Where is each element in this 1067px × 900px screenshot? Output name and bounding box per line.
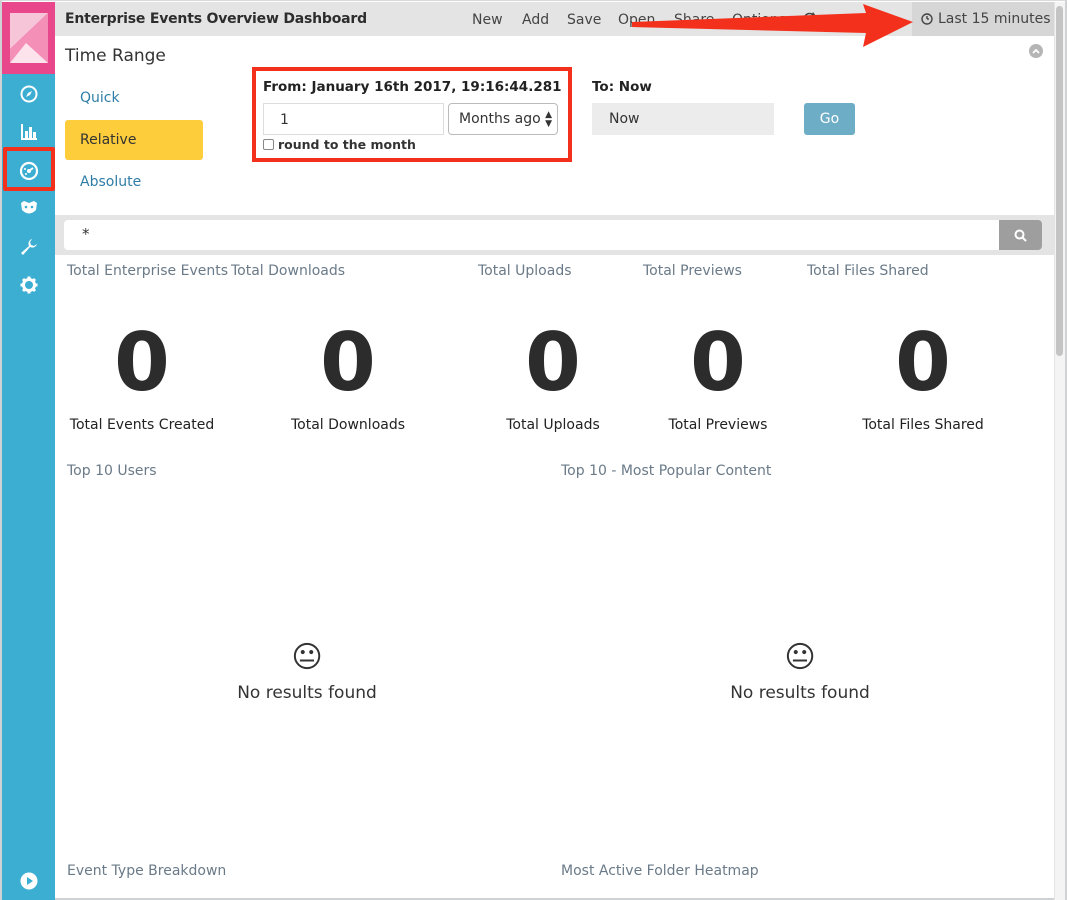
nav-share[interactable]: Share [674,12,714,28]
panel-title-folder-heatmap: Most Active Folder Heatmap [561,863,759,879]
search-icon [1014,229,1027,242]
dashboard-title: Enterprise Events Overview Dashboard [65,11,367,27]
from-count-input[interactable]: 1 [263,103,444,135]
go-button[interactable]: Go [804,103,855,135]
top-nav: Enterprise Events Overview Dashboard New… [55,2,1054,36]
empty-message: No results found [730,683,870,703]
scrollbar-thumb[interactable] [1056,6,1063,356]
time-range-title: Time Range [65,46,166,66]
round-option[interactable]: round to the month [263,137,416,152]
round-label: round to the month [278,137,416,152]
time-picker-label: Last 15 minutes [938,11,1051,27]
tab-absolute[interactable]: Absolute [65,162,203,202]
panel-title-popular-content: Top 10 - Most Popular Content [561,463,772,479]
metric-value-events: 0 [114,316,170,409]
panel-title-top-users: Top 10 Users [67,463,157,479]
neutral-face-icon: 😐 [291,640,323,675]
popular-content-empty-state: 😐 No results found [675,640,925,704]
dev-tools-icon[interactable] [2,228,55,266]
neutral-face-icon: 😐 [784,640,816,675]
panel-title-previews: Total Previews [643,263,742,279]
top-users-empty-state: 😐 No results found [182,640,432,704]
to-input[interactable]: Now [592,103,774,135]
timelion-icon[interactable] [2,190,55,228]
metric-label-downloads: Total Downloads [290,417,406,433]
sidebar [2,2,55,900]
search-input[interactable]: * [64,220,999,250]
select-arrows-icon: ▲ ▼ [545,110,552,129]
tab-quick[interactable]: Quick [65,78,203,118]
from-unit-select[interactable]: Months ago ▲ ▼ [448,103,558,135]
from-unit-value: Months ago [459,111,541,127]
settings-icon[interactable] [2,266,55,304]
auto-refresh-icon[interactable] [803,12,816,28]
to-label: To: Now [592,79,652,95]
nav-save[interactable]: Save [567,12,601,28]
round-checkbox[interactable] [263,139,274,150]
kibana-logo[interactable] [2,2,55,74]
nav-new[interactable]: New [472,12,503,28]
nav-open[interactable]: Open [618,12,655,28]
panel-title-downloads: Total Downloads [231,263,346,279]
tab-relative[interactable]: Relative [65,120,203,160]
visualize-icon[interactable] [2,113,55,151]
collapse-icon[interactable] [1029,44,1043,58]
search-button[interactable] [999,220,1042,250]
collapse-play-icon[interactable] [2,862,55,900]
metric-label-previews: Total Previews [668,417,768,433]
metric-label-files-shared: Total Files Shared [862,417,984,433]
discover-icon[interactable] [2,75,55,113]
nav-options[interactable]: Options [732,12,786,28]
time-picker-button[interactable]: Last 15 minutes [912,2,1054,36]
metric-label-events: Total Events Created [69,417,215,433]
metric-value-downloads: 0 [320,316,376,409]
clock-icon [921,13,933,25]
metric-value-previews: 0 [690,316,746,409]
panel-title-uploads: Total Uploads [478,263,572,279]
dashboard-highlight-box [3,147,55,191]
from-label: From: January 16th 2017, 19:16:44.281 [263,79,562,95]
panel-title-event-breakdown: Event Type Breakdown [67,863,227,879]
metric-value-files-shared: 0 [895,316,951,409]
nav-add[interactable]: Add [522,12,549,28]
empty-message: No results found [237,683,377,703]
panel-title-enterprise-events: Total Enterprise Events [67,263,229,279]
panel-title-files-shared: Total Files Shared [807,263,929,279]
